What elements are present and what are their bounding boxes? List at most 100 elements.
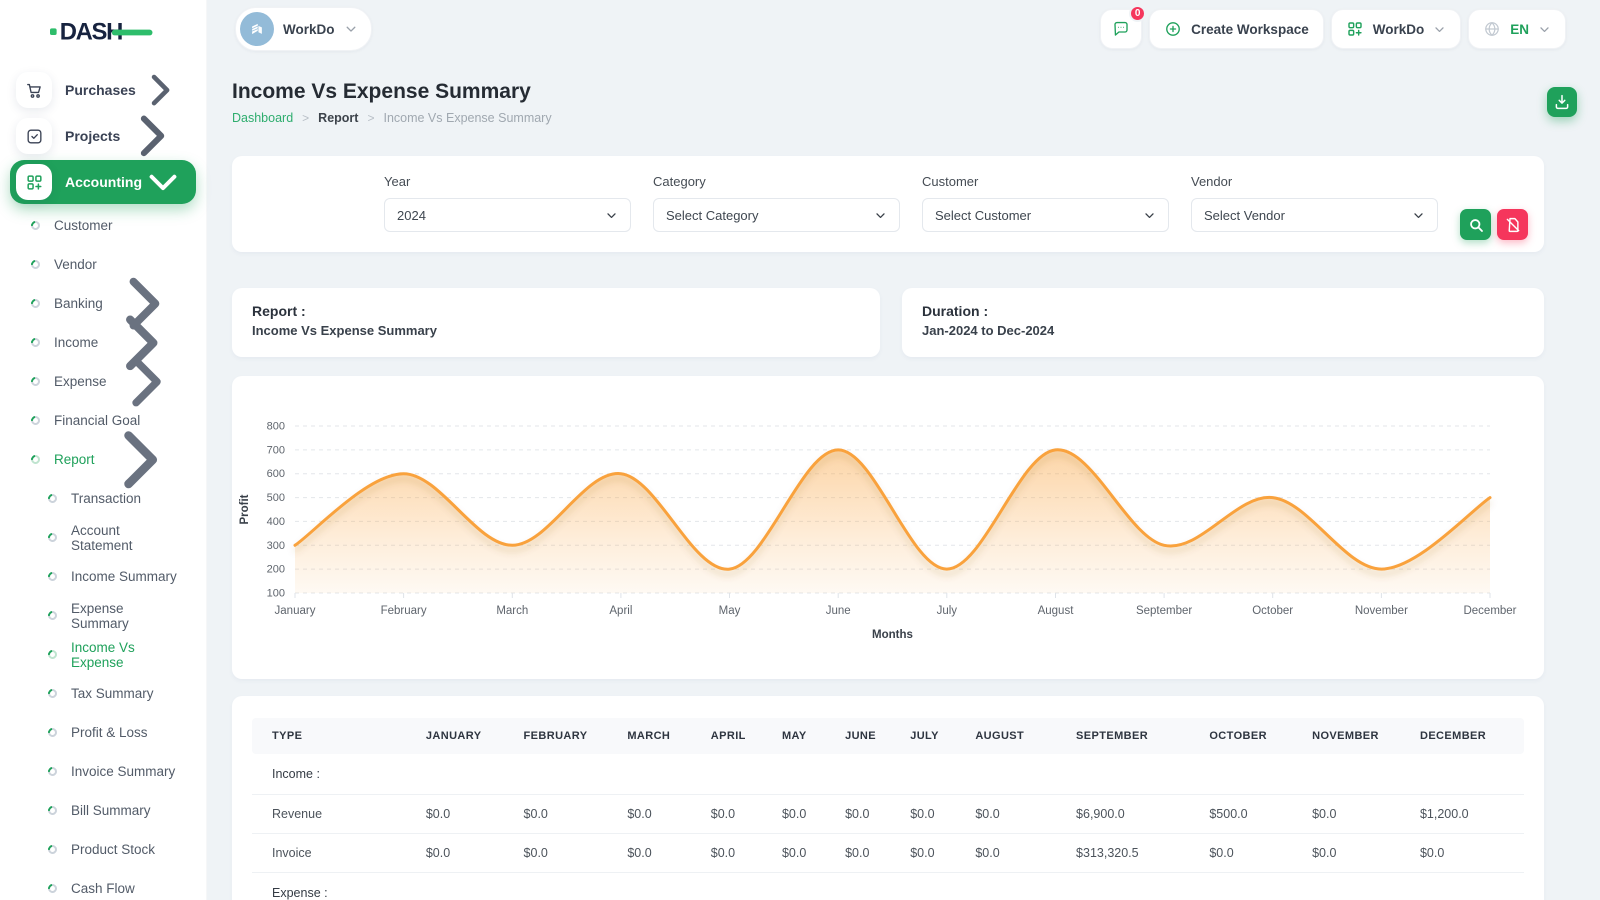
bullet-ring-icon <box>46 726 59 739</box>
section-label: Expense : <box>252 873 1524 900</box>
row-value: $0.0 <box>1304 795 1412 834</box>
chevron-down-icon <box>605 209 618 222</box>
sidebar-item-income-summary[interactable]: Income Summary <box>0 557 206 596</box>
sidebar-item-label: Income <box>54 335 98 350</box>
sidebar-item-expense-summary[interactable]: Expense Summary <box>0 596 206 635</box>
sidebar-item-accounting[interactable]: Accounting <box>10 160 196 204</box>
breadcrumb-link[interactable]: Dashboard <box>232 111 293 125</box>
svg-text:200: 200 <box>267 564 285 576</box>
bullet-ring-icon <box>46 843 59 856</box>
row-value: $500.0 <box>1201 795 1304 834</box>
row-value: $0.0 <box>774 795 837 834</box>
chart-card: 800700600500400300200100JanuaryFebruaryM… <box>232 376 1544 679</box>
chevron-down-icon <box>1143 209 1156 222</box>
bullet-ring-icon <box>46 882 59 895</box>
sidebar-item-report[interactable]: Report <box>0 440 206 479</box>
svg-text:May: May <box>719 605 741 617</box>
sidebar-item-label: Expense <box>54 374 107 389</box>
svg-text:February: February <box>381 605 427 617</box>
table-column-header: AUGUST <box>967 718 1068 754</box>
info-card-value: Income Vs Expense Summary <box>252 323 860 338</box>
info-card-title: Duration : <box>922 303 1524 319</box>
bullet-ring-icon <box>46 804 59 817</box>
workdo-menu[interactable]: WorkDo <box>1331 9 1462 49</box>
create-workspace-button[interactable]: Create Workspace <box>1149 9 1324 49</box>
customer-select[interactable]: Select Customer <box>922 198 1169 232</box>
info-card-value: Jan-2024 to Dec-2024 <box>922 323 1524 338</box>
sidebar-item-invoice-summary[interactable]: Invoice Summary <box>0 752 206 791</box>
app-root: DASH PurchasesProjectsAccountingCustomer… <box>0 0 1600 900</box>
row-value: $313,320.5 <box>1068 834 1201 873</box>
bullet-ring-icon <box>29 336 42 349</box>
svg-text:November: November <box>1355 605 1408 617</box>
row-value: $6,900.0 <box>1068 795 1201 834</box>
breadcrumb-separator: > <box>302 111 309 125</box>
table-column-header: SEPTEMBER <box>1068 718 1201 754</box>
row-value: $0.0 <box>516 834 620 873</box>
info-card-title: Report : <box>252 303 860 319</box>
svg-text:January: January <box>275 605 316 617</box>
chevron-down-icon <box>1412 209 1425 222</box>
main-content: Income Vs Expense Summary Dashboard > Repo… <box>207 58 1600 900</box>
row-value: $1,200.0 <box>1412 795 1524 834</box>
breadcrumb-separator: > <box>367 111 374 125</box>
row-value: $0.0 <box>967 795 1068 834</box>
messages-button[interactable]: 0 <box>1100 9 1142 49</box>
sidebar-item-label: Income Summary <box>71 569 177 584</box>
page-header: Income Vs Expense Summary Dashboard>Repo… <box>232 80 1544 125</box>
duration-card: Duration : Jan-2024 to Dec-2024 <box>902 288 1544 357</box>
row-value: $0.0 <box>703 795 774 834</box>
chat-icon <box>1112 20 1130 38</box>
sidebar-item-product-stock[interactable]: Product Stock <box>0 830 206 869</box>
vendor-select[interactable]: Select Vendor <box>1191 198 1438 232</box>
sidebar-item-account-statement[interactable]: Account Statement <box>0 518 206 557</box>
sidebar-item-profit-loss[interactable]: Profit & Loss <box>0 713 206 752</box>
plus-circle-icon <box>1164 20 1182 38</box>
bullet-ring-icon <box>46 765 59 778</box>
sidebar-item-tax-summary[interactable]: Tax Summary <box>0 674 206 713</box>
category-select[interactable]: Select Category <box>653 198 900 232</box>
table-column-header: JULY <box>902 718 967 754</box>
sidebar-item-cash-flow[interactable]: Cash Flow <box>0 869 206 900</box>
row-value: $0.0 <box>418 795 516 834</box>
sidebar-item-label: Bill Summary <box>71 803 151 818</box>
svg-text:300: 300 <box>267 540 285 552</box>
bullet-ring-icon <box>46 648 59 661</box>
sidebar-item-customer[interactable]: Customer <box>0 206 206 245</box>
sidebar-item-label: Account Statement <box>71 523 184 553</box>
messages-badge: 0 <box>1129 5 1146 22</box>
workspace-switcher[interactable]: WorkDo <box>235 7 372 51</box>
clear-filter-button[interactable] <box>1497 209 1528 240</box>
chevron-down-icon <box>1538 23 1551 36</box>
bullet-ring-icon <box>29 297 42 310</box>
clear-filter-icon <box>1504 216 1522 234</box>
table-column-header: MAY <box>774 718 837 754</box>
row-type: Revenue <box>252 795 418 834</box>
svg-text:600: 600 <box>267 468 285 480</box>
year-select[interactable]: 2024 <box>384 198 631 232</box>
row-value: $0.0 <box>902 795 967 834</box>
breadcrumb-link[interactable]: Report <box>318 111 358 125</box>
sidebar-item-bill-summary[interactable]: Bill Summary <box>0 791 206 830</box>
breadcrumb: Dashboard>Report>Income Vs Expense Summa… <box>232 111 1544 125</box>
table-row: Invoice$0.0$0.0$0.0$0.0$0.0$0.0$0.0$0.0$… <box>252 834 1524 873</box>
row-value: $0.0 <box>902 834 967 873</box>
filter-label: Customer <box>922 174 1169 189</box>
chevron-right-icon <box>107 343 184 420</box>
table-column-header: MARCH <box>619 718 702 754</box>
svg-text:500: 500 <box>267 492 285 504</box>
brand-logo[interactable]: DASH <box>0 0 206 62</box>
sidebar-item-income-vs-expense[interactable]: Income Vs Expense <box>0 635 206 674</box>
report-name-card: Report : Income Vs Expense Summary <box>232 288 880 357</box>
select-value: 2024 <box>397 208 426 223</box>
language-selector[interactable]: EN <box>1468 9 1566 49</box>
section-label: Income : <box>252 754 1524 795</box>
apply-filter-button[interactable] <box>1460 209 1491 240</box>
bullet-ring-icon <box>46 531 59 544</box>
chevron-down-icon <box>142 161 184 203</box>
cart-icon <box>16 72 52 108</box>
sidebar-item-projects[interactable]: Projects <box>10 114 196 158</box>
table-row: Revenue$0.0$0.0$0.0$0.0$0.0$0.0$0.0$0.0$… <box>252 795 1524 834</box>
row-value: $0.0 <box>837 795 902 834</box>
download-button[interactable] <box>1547 87 1577 117</box>
